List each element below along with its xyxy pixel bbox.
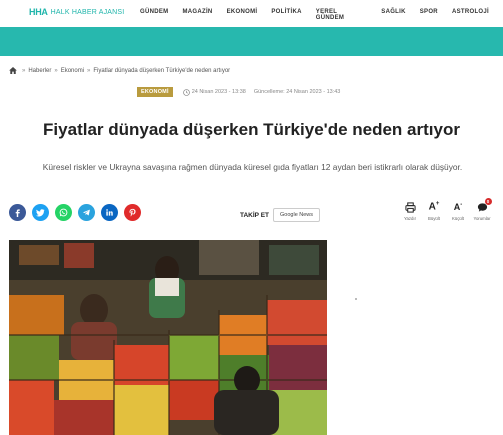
- breadcrumb-item-ekonomi[interactable]: Ekonomi: [61, 68, 84, 74]
- article-image: [9, 240, 327, 435]
- nav-item-ekonomi[interactable]: EKONOMİ: [227, 9, 258, 21]
- font-increase-button[interactable]: A+ Büyült: [422, 200, 446, 221]
- nav-item-spor[interactable]: SPOR: [420, 9, 438, 21]
- article-tools: Yazdır A+ Büyült A- Küçült 0 Yorumlar: [398, 198, 494, 221]
- pinterest-icon: [129, 208, 136, 217]
- logo-text: HALK HABER AJANSI: [50, 8, 125, 16]
- market-stall-photo: [9, 240, 327, 435]
- twitter-icon: [36, 209, 45, 217]
- breadcrumb-separator: »: [22, 67, 26, 74]
- share-buttons: [9, 204, 147, 221]
- nav-item-saglik[interactable]: SAĞLIK: [381, 9, 405, 21]
- article-subtitle: Küresel riskler ve Ukrayna savaşına rağm…: [42, 162, 463, 172]
- category-badge[interactable]: EKONOMİ: [137, 87, 173, 97]
- google-news-button[interactable]: Google News: [273, 208, 321, 222]
- telegram-share-button[interactable]: [78, 204, 95, 221]
- printer-icon: [404, 201, 416, 213]
- font-decrease-label: Küçült: [452, 216, 464, 221]
- twitter-share-button[interactable]: [32, 204, 49, 221]
- updated-date: Güncelleme: 24 Nisan 2023 - 13:43: [253, 89, 341, 95]
- whatsapp-share-button[interactable]: [55, 204, 72, 221]
- site-logo[interactable]: HHA HALK HABER AJANSI: [29, 6, 124, 18]
- telegram-icon: [82, 209, 90, 216]
- breadcrumb-item-haberler[interactable]: Haberler: [28, 68, 51, 74]
- clock-icon: [182, 88, 190, 96]
- font-decrease-icon: A-: [453, 202, 463, 212]
- comments-button[interactable]: 0 Yorumlar: [470, 198, 494, 221]
- follow-label: TAKİP ET: [240, 211, 270, 219]
- follow-section: TAKİP ET Google News: [240, 208, 321, 222]
- header-band: [0, 27, 503, 56]
- breadcrumb-separator: »: [87, 67, 91, 74]
- main-nav: GÜNDEM MAGAZİN EKONOMİ POLİTİKA YEREL GÜ…: [140, 9, 503, 21]
- font-increase-label: Büyült: [428, 216, 440, 221]
- font-decrease-button[interactable]: A- Küçült: [446, 200, 470, 221]
- article-meta: EKONOMİ 24 Nisan 2023 - 13:38 Güncelleme…: [137, 87, 340, 97]
- breadcrumb: » Haberler » Ekonomi » Fiyatlar dünyada …: [9, 67, 230, 74]
- nav-item-astroloji[interactable]: ASTROLOJİ: [452, 9, 489, 21]
- nav-item-yerel-gundem[interactable]: YEREL GÜNDEM: [316, 9, 368, 21]
- nav-item-gundem[interactable]: GÜNDEM: [140, 9, 168, 21]
- nav-item-magazin[interactable]: MAGAZİN: [182, 9, 212, 21]
- print-label: Yazdır: [403, 216, 417, 221]
- comment-count-badge: 0: [484, 198, 492, 205]
- breadcrumb-separator: »: [54, 67, 58, 74]
- facebook-icon: [15, 209, 20, 217]
- home-icon[interactable]: [9, 67, 17, 74]
- facebook-share-button[interactable]: [9, 204, 26, 221]
- linkedin-share-button[interactable]: [101, 204, 118, 221]
- top-navbar: HHA HALK HABER AJANSI GÜNDEM MAGAZİN EKO…: [0, 0, 503, 27]
- print-button[interactable]: Yazdır: [398, 200, 422, 221]
- pinterest-share-button[interactable]: [124, 204, 141, 221]
- whatsapp-icon: [59, 208, 68, 217]
- linkedin-icon: [106, 209, 113, 216]
- article-title: Fiyatlar dünyada düşerken Türkiye'de ned…: [43, 120, 460, 139]
- logo-mark: HHA: [29, 7, 48, 17]
- font-increase-icon: A+: [428, 201, 440, 213]
- breadcrumb-item-current: Fiyatlar dünyada düşerken Türkiye'de ned…: [93, 67, 231, 74]
- comments-label: Yorumlar: [473, 216, 491, 221]
- published-date: 24 Nisan 2023 - 13:38: [191, 89, 246, 95]
- decorative-dot: [355, 298, 357, 300]
- nav-item-politika[interactable]: POLİTİKA: [271, 9, 301, 21]
